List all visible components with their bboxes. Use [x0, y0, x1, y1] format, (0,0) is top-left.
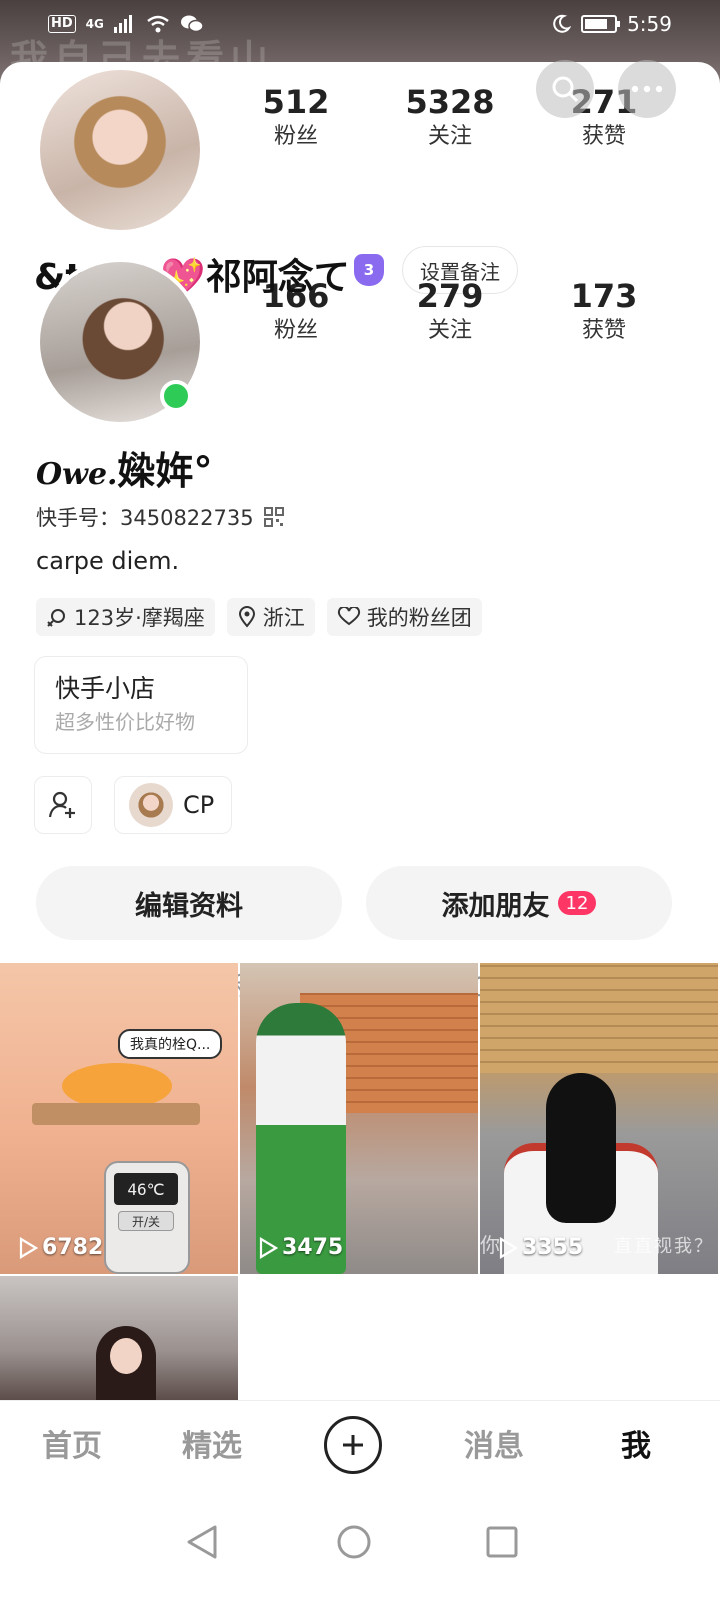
bottom-nav: 首页 精选 消息 我 [0, 1400, 720, 1490]
play-icon [19, 1236, 38, 1259]
male-icon [47, 609, 65, 627]
home-circle-icon [337, 1525, 371, 1559]
video-caption: 直直视我？ [614, 1236, 714, 1257]
qrcode-icon[interactable] [263, 507, 284, 527]
thermostat-display: 46℃ [114, 1173, 178, 1205]
tag-age-zodiac[interactable]: 123岁·摩羯座 [36, 598, 215, 636]
edit-profile-button[interactable]: 编辑资料 [36, 866, 342, 940]
signal-icon [113, 15, 132, 33]
stat-likes[interactable]: 173 获赞 [534, 276, 674, 346]
location-icon [238, 606, 255, 628]
profile-tags: 123岁·摩羯座 浙江 我的粉丝团 [36, 598, 482, 636]
tag-fan-club[interactable]: 我的粉丝团 [326, 598, 482, 636]
play-count: 3475 [282, 1235, 344, 1260]
wechat-icon [180, 15, 204, 33]
create-button[interactable] [324, 1416, 382, 1474]
stat-fans[interactable]: 512 粉丝 [226, 82, 366, 152]
search-button[interactable] [536, 60, 594, 118]
more-button[interactable] [618, 60, 676, 118]
status-bar: HD 4G 5:59 [0, 0, 720, 48]
play-count: 6782 [42, 1235, 104, 1260]
speech-bubble: 我真的栓Q... [118, 1029, 223, 1059]
heart-icon [337, 607, 360, 626]
search-icon [552, 76, 579, 103]
add-user-button[interactable] [34, 776, 92, 834]
battery-icon [581, 15, 621, 33]
signal-label: 4G [85, 17, 104, 31]
video-thumbnail[interactable]: 你 直直视我？ 3355 [480, 963, 718, 1274]
stat-following[interactable]: 5328 关注 [380, 82, 520, 152]
video-thumbnail[interactable]: 我真的栓Q... 46℃ 开/关 6782 [0, 963, 238, 1274]
plus-icon [343, 1435, 363, 1455]
kuaishou-shop-card[interactable]: 快手小店 超多性价比好物 [34, 656, 248, 754]
avatar-previous-profile[interactable] [36, 66, 204, 234]
nav-me[interactable]: 我 [576, 1421, 696, 1465]
nav-home[interactable]: 首页 [12, 1421, 132, 1465]
profile-name: Owe.媣姩° [36, 449, 213, 493]
recents-button[interactable] [478, 1518, 526, 1566]
play-icon [499, 1236, 518, 1259]
nav-messages[interactable]: 消息 [434, 1421, 554, 1465]
add-friend-button[interactable]: 添加朋友 12 [366, 866, 672, 940]
online-status-dot [160, 380, 192, 412]
add-user-icon [48, 791, 75, 818]
moon-icon [553, 14, 572, 33]
stat-following[interactable]: 279 关注 [380, 276, 520, 346]
home-button[interactable] [330, 1518, 378, 1566]
add-friend-count-badge: 12 [557, 891, 597, 915]
video-caption: 你 [480, 1233, 500, 1257]
battery-fill [585, 19, 608, 29]
wifi-icon [147, 15, 169, 33]
recents-square-icon [486, 1526, 518, 1558]
network-type-icon: HD [48, 15, 76, 33]
play-icon [259, 1236, 278, 1259]
video-thumbnail[interactable]: 3475 [240, 963, 478, 1274]
back-triangle-icon [187, 1525, 217, 1559]
back-button[interactable] [178, 1518, 226, 1566]
nav-featured[interactable]: 精选 [152, 1421, 272, 1465]
profile-sheet: 512 粉丝 5328 关注 271 获赞 &ta ta💖祁阿念て 3 设置备注… [0, 62, 720, 1402]
status-time: 5:59 [627, 12, 672, 36]
tag-location[interactable]: 浙江 [226, 598, 315, 636]
play-count: 3355 [522, 1235, 584, 1260]
kuaishou-id[interactable]: 快手号：3450822735 [36, 502, 284, 532]
video-thumbnail[interactable] [0, 1276, 238, 1400]
power-label: 开/关 [118, 1211, 174, 1231]
cp-avatar [129, 783, 173, 827]
system-nav-bar [0, 1490, 720, 1600]
bio: carpe diem. [36, 547, 180, 575]
more-icon [631, 85, 663, 93]
cp-button[interactable]: CP [114, 776, 232, 834]
